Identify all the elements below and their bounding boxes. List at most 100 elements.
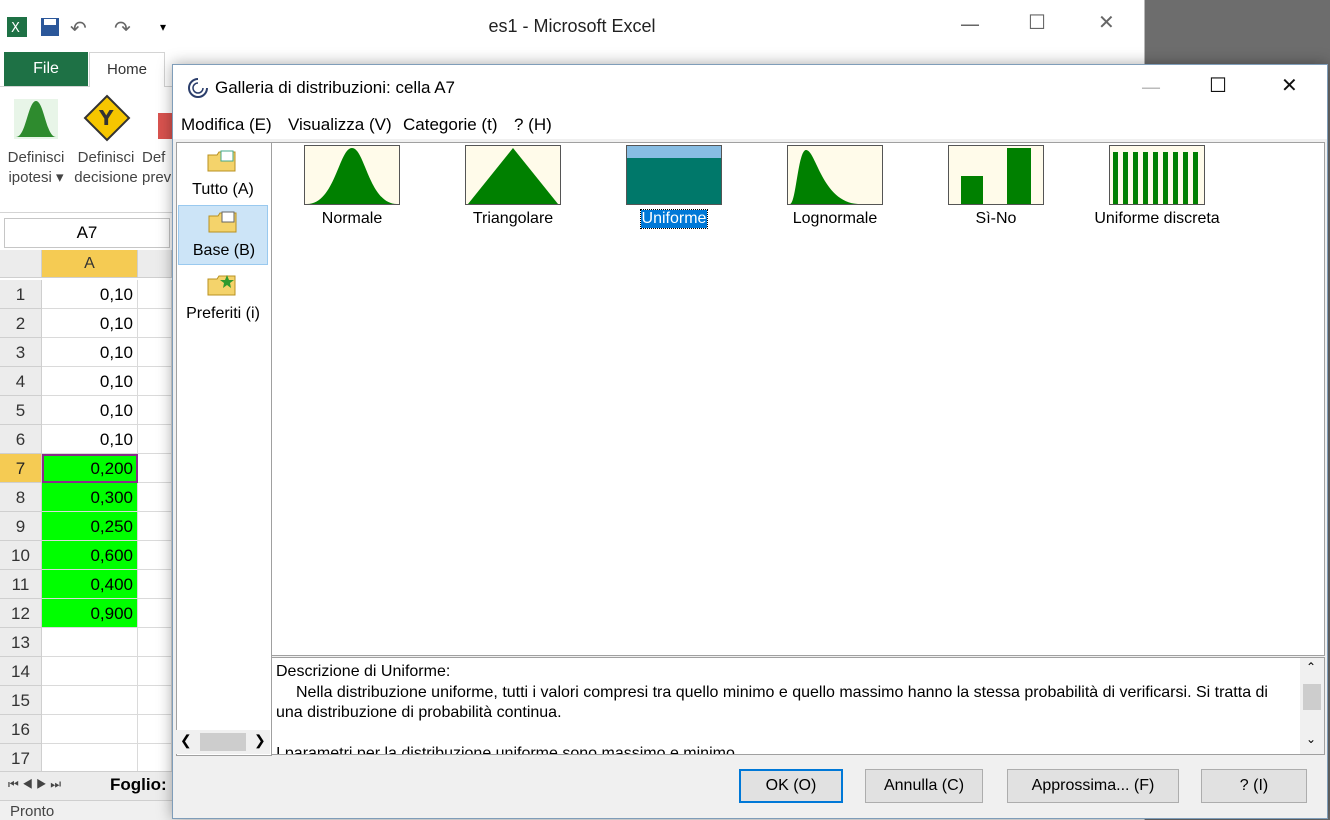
ok-button[interactable]: OK (O) (739, 769, 843, 803)
row-header[interactable]: 12 (0, 599, 42, 628)
cell-a[interactable]: 0,300 (42, 483, 138, 512)
column-header-a[interactable]: A (42, 250, 138, 278)
row-header[interactable]: 13 (0, 628, 42, 657)
folder-favorites-icon (207, 275, 236, 296)
cell-a[interactable]: 0,10 (42, 425, 138, 454)
define-assumption-button[interactable]: Definisci ipotesi ▾ (4, 93, 68, 188)
cell-a[interactable]: 0,900 (42, 599, 138, 628)
cell-a[interactable]: 0,10 (42, 338, 138, 367)
cancel-button[interactable]: Annulla (C) (865, 769, 983, 803)
excel-maximize-icon[interactable]: ☐ (1028, 10, 1046, 34)
cell-b[interactable] (138, 512, 172, 541)
cell-a[interactable] (42, 657, 138, 686)
dist-uniform[interactable]: Uniforme (604, 145, 744, 229)
cell-a[interactable] (42, 686, 138, 715)
sheet-nav-icons[interactable]: ⏮ ◀ ▶ ⏭ (8, 777, 61, 792)
cell-b[interactable] (138, 367, 172, 396)
category-tutto[interactable]: Tutto (A) (178, 145, 268, 205)
cell-b[interactable] (138, 657, 172, 686)
cell-a[interactable]: 0,200 (42, 454, 138, 483)
row-header[interactable]: 2 (0, 309, 42, 338)
cell-b[interactable] (138, 599, 172, 628)
row-header[interactable]: 7 (0, 454, 42, 483)
row-header[interactable]: 11 (0, 570, 42, 599)
cell-a[interactable]: 0,10 (42, 367, 138, 396)
row-header[interactable]: 10 (0, 541, 42, 570)
row-header[interactable]: 16 (0, 715, 42, 744)
cell-b[interactable] (138, 396, 172, 425)
dist-lognormal[interactable]: Lognormale (765, 145, 905, 228)
define-forecast-label-2: prev (142, 169, 172, 186)
row-header[interactable]: 4 (0, 367, 42, 396)
cell-a[interactable]: 0,400 (42, 570, 138, 599)
cell-b[interactable] (138, 338, 172, 367)
select-all-corner[interactable] (0, 250, 42, 278)
column-header-b[interactable] (138, 250, 172, 278)
description-vscrollbar[interactable]: ⌃ ⌄ (1300, 658, 1324, 754)
excel-close-icon[interactable]: ✕ (1098, 10, 1115, 34)
cell-b[interactable] (138, 483, 172, 512)
cell-b[interactable] (138, 454, 172, 483)
cell-a[interactable]: 0,10 (42, 309, 138, 338)
cell-a[interactable]: 0,10 (42, 396, 138, 425)
row-header[interactable]: 8 (0, 483, 42, 512)
menu-categorie[interactable]: Categorie (t) (403, 115, 497, 135)
cell-b[interactable] (138, 628, 172, 657)
description-box[interactable]: Descrizione di Uniforme: Nella distribuz… (271, 657, 1325, 755)
row-header[interactable]: 15 (0, 686, 42, 715)
help-button[interactable]: ? (I) (1201, 769, 1307, 803)
cell-b[interactable] (138, 280, 172, 309)
dist-discrete-uniform[interactable]: Uniforme discreta (1087, 145, 1227, 228)
row-header[interactable]: 9 (0, 512, 42, 541)
excel-minimize-icon[interactable]: — (960, 12, 980, 36)
category-panel: Tutto (A) Base (B) Preferiti (i) (176, 142, 272, 756)
normal-thumbnail (304, 145, 400, 205)
row-header[interactable]: 6 (0, 425, 42, 454)
scroll-down-icon[interactable]: ⌄ (1306, 732, 1316, 746)
cell-a[interactable]: 0,250 (42, 512, 138, 541)
row-header[interactable]: 1 (0, 280, 42, 309)
row-header[interactable]: 14 (0, 657, 42, 686)
menu-visualizza[interactable]: Visualizza (V) (288, 115, 392, 135)
cell-b[interactable] (138, 570, 172, 599)
scroll-right-icon[interactable]: ❯ (254, 732, 266, 749)
tab-file[interactable]: File (4, 52, 88, 86)
cell-b[interactable] (138, 686, 172, 715)
dialog-maximize-icon[interactable]: ☐ (1209, 73, 1227, 97)
svg-text:Y: Y (98, 106, 114, 130)
scroll-left-icon[interactable]: ❮ (180, 732, 192, 749)
category-preferiti[interactable]: Preferiti (i) (178, 269, 268, 329)
dist-triangular[interactable]: Triangolare (443, 145, 583, 228)
dist-normal[interactable]: Normale (282, 145, 422, 228)
cell-a[interactable] (42, 715, 138, 744)
category-base[interactable]: Base (B) (178, 205, 268, 265)
sheet-tab-foglio[interactable]: Foglio: (110, 775, 167, 795)
cell-b[interactable] (138, 541, 172, 570)
define-decision-button[interactable]: Y Definisci decisione (72, 93, 140, 188)
dist-yes-no-label: Sì-No (975, 210, 1017, 227)
tab-home[interactable]: Home (89, 52, 165, 88)
cell-a[interactable]: 0,10 (42, 280, 138, 309)
row-header[interactable]: 3 (0, 338, 42, 367)
cell-b[interactable] (138, 715, 172, 744)
row-header[interactable]: 5 (0, 396, 42, 425)
cell-a[interactable] (42, 744, 138, 773)
dialog-close-icon[interactable]: ✕ (1281, 73, 1298, 97)
name-box[interactable]: A7 (4, 218, 170, 248)
scroll-up-icon[interactable]: ⌃ (1306, 660, 1316, 674)
cell-b[interactable] (138, 309, 172, 338)
dist-yes-no[interactable]: Sì-No (926, 145, 1066, 228)
cell-b[interactable] (138, 425, 172, 454)
worksheet-grid[interactable]: A 1 0,10 2 0,10 3 0,10 4 0,10 5 0,10 6 0,10 7 0,200 8 0… (0, 250, 172, 773)
cell-b[interactable] (138, 744, 172, 773)
fit-button[interactable]: Approssima... (F) (1007, 769, 1179, 803)
menu-modifica[interactable]: Modifica (E) (181, 115, 272, 135)
row-header[interactable]: 17 (0, 744, 42, 773)
cell-a[interactable] (42, 628, 138, 657)
hscroll-thumb[interactable] (200, 733, 246, 751)
menu-help[interactable]: ? (H) (514, 115, 552, 135)
vscroll-thumb[interactable] (1303, 684, 1321, 710)
cell-a[interactable]: 0,600 (42, 541, 138, 570)
category-hscrollbar[interactable]: ❮ ❯ (176, 730, 270, 754)
define-forecast-button[interactable]: Def prev (142, 93, 172, 188)
